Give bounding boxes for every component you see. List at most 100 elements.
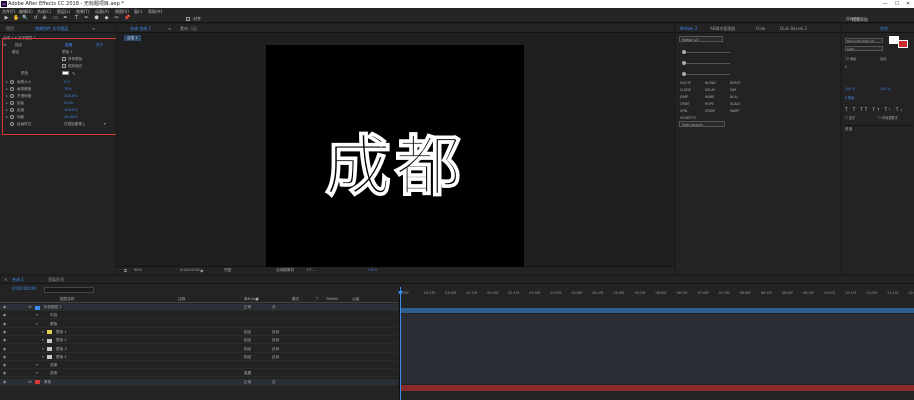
selection-tool-icon[interactable]: ▶: [4, 16, 9, 21]
ligatures-checkbox[interactable]: ☐ 连字: [845, 115, 855, 120]
font-family-dropdown[interactable]: Microsoft YaHei UI: [845, 38, 883, 43]
timeline-search-input[interactable]: [44, 287, 94, 293]
char-search-help[interactable]: 搜索帮助: [846, 17, 860, 22]
motion-fx-button[interactable]: EXCITE: [680, 80, 696, 86]
layer-name[interactable]: 内容: [50, 312, 57, 319]
visibility-eye-icon[interactable]: ◉: [3, 362, 6, 369]
menu-layer[interactable]: 图层(L): [57, 8, 70, 15]
font-size-field[interactable]: 72 像素: [845, 56, 856, 61]
visibility-eye-icon[interactable]: ◉: [3, 337, 6, 344]
expand-triangle-icon[interactable]: ▾: [36, 312, 38, 319]
layer-mode[interactable]: 相加: [244, 354, 251, 361]
type-tool-icon[interactable]: T: [74, 16, 79, 21]
tab-script-manager[interactable]: AE脚本管理器: [710, 24, 735, 33]
menu-window[interactable]: 窗口: [134, 8, 142, 15]
visibility-eye-icon[interactable]: ◉: [3, 304, 6, 311]
timecode-field[interactable]: 0:00:00:00: [180, 268, 200, 272]
tab-render-queue[interactable]: 渲染队列: [48, 276, 64, 284]
slider-knob-2[interactable]: [682, 61, 686, 65]
motion-fx-button[interactable]: SPIN: [680, 108, 696, 114]
stamp-tool-icon[interactable]: ⬢: [94, 16, 99, 21]
menu-help[interactable]: 帮助(H): [148, 8, 162, 15]
motion-fx-button[interactable]: ROPE: [705, 101, 721, 107]
close-button[interactable]: ✕: [903, 0, 913, 8]
motion-fx-button[interactable]: SCALE: [730, 101, 746, 107]
expand-triangle-icon[interactable]: ▾: [36, 321, 38, 328]
motion-version-dropdown[interactable]: Motion v2: [679, 36, 723, 42]
label-color-swatch[interactable]: [35, 380, 40, 385]
tab-effect-controls[interactable]: 效果控件 文字图层: [35, 24, 68, 33]
label-color-swatch[interactable]: [47, 338, 52, 343]
visibility-eye-icon[interactable]: ◉: [3, 370, 6, 377]
font-style-dropdown[interactable]: Light: [845, 46, 883, 51]
table-row[interactable]: ◉ ▾ 蒙版 2 相加 反转: [0, 337, 398, 345]
expand-triangle-icon[interactable]: ▾: [42, 354, 44, 361]
visibility-eye-icon[interactable]: ◉: [3, 354, 6, 361]
close-tab-icon[interactable]: ✕: [4, 276, 7, 284]
tab-character[interactable]: 字符: [880, 24, 888, 33]
tab-composition[interactable]: 合成 合成 1: [130, 24, 151, 33]
menu-composition[interactable]: 合成(C): [37, 8, 51, 15]
layer-parent[interactable]: 无: [272, 379, 276, 386]
layer-name[interactable]: 蒙版 1: [56, 329, 67, 336]
rectangle-tool-icon[interactable]: ▭: [53, 16, 58, 21]
menu-effect[interactable]: 效果(T): [76, 8, 90, 15]
layer-parent[interactable]: 反转: [272, 329, 279, 336]
paragraph-panel-tab[interactable]: 段落: [845, 125, 913, 132]
layer-mode[interactable]: 重置: [244, 370, 251, 377]
stroke-color-swatch[interactable]: [898, 40, 908, 48]
snap-checkbox[interactable]: [186, 17, 190, 21]
rotate-tool-icon[interactable]: ↺: [33, 16, 38, 21]
visibility-eye-icon[interactable]: ◉: [3, 346, 6, 353]
label-color-swatch[interactable]: [47, 347, 52, 351]
task-launch-dropdown[interactable]: Task Launch: [679, 121, 725, 127]
motion-fx-button[interactable]: BURST: [730, 80, 746, 86]
pin-tool-icon[interactable]: 📌: [124, 16, 130, 21]
table-row[interactable]: ◉ ▾ 变换 重置: [0, 370, 398, 378]
col-comment[interactable]: 注释: [178, 296, 185, 303]
visibility-eye-icon[interactable]: ◉: [3, 379, 6, 386]
tracking-field[interactable]: 0: [845, 65, 847, 69]
playhead[interactable]: [400, 287, 402, 400]
visibility-eye-icon[interactable]: ◉: [3, 312, 6, 319]
pen-tool-icon[interactable]: ✒: [63, 16, 68, 21]
tab-footage[interactable]: 素材（无）: [180, 24, 200, 33]
layer2-duration-bar[interactable]: [400, 385, 914, 391]
motion-fx-button[interactable]: STARE: [705, 108, 721, 114]
monitor-icon[interactable]: ⧉: [124, 268, 127, 273]
motion-fx-button[interactable]: BLEND: [705, 80, 721, 86]
roto-tool-icon[interactable]: ✂: [114, 16, 119, 21]
tab-timeline-comp[interactable]: 合成 1: [12, 276, 24, 284]
menu-file[interactable]: 文件(F): [2, 8, 15, 15]
layer-parent[interactable]: 反转: [272, 337, 279, 344]
motion-fx-button[interactable]: NAME: [705, 94, 721, 100]
hand-tool-icon[interactable]: ✋: [13, 16, 19, 21]
camera-dropdown[interactable]: 活动摄像机: [276, 268, 294, 273]
col-mode[interactable]: 模式: [292, 296, 299, 303]
layer-mode[interactable]: 正常: [244, 304, 251, 311]
expand-triangle-icon[interactable]: ▾: [36, 370, 38, 377]
motion-fx-button[interactable]: DIM: [730, 87, 746, 93]
col-trkmat[interactable]: TrkMat: [326, 296, 338, 303]
layer-name[interactable]: 效果: [50, 362, 57, 369]
menu-view[interactable]: 视图(V): [115, 8, 129, 15]
panel-menu-icon[interactable]: ≡: [92, 24, 95, 33]
layer-name[interactable]: 蒙版 4: [56, 354, 67, 361]
comp-sub-tab[interactable]: 合成 1: [124, 35, 141, 41]
views-dropdown[interactable]: 1个…: [306, 268, 315, 273]
expand-triangle-icon[interactable]: ▾: [36, 362, 38, 369]
slider-knob-1[interactable]: [682, 50, 686, 54]
time-ruler[interactable]: 00f 00:15f 01:00f 01:15f 02:00f 02:15f 03:00f 0…: [400, 291, 914, 299]
motion-fx-button[interactable]: DELAY: [705, 87, 721, 93]
layer-mode[interactable]: 相加: [244, 346, 251, 353]
layer-parent[interactable]: 无: [272, 304, 276, 311]
minimize-button[interactable]: —: [880, 0, 890, 8]
horizontal-scale-field[interactable]: 100 %: [880, 87, 890, 91]
layer-name[interactable]: 黑色: [44, 379, 51, 386]
layer-name[interactable]: 形状图层 1: [44, 304, 62, 311]
menu-edit[interactable]: 编辑(E): [19, 8, 33, 15]
expand-triangle-icon[interactable]: ▾: [42, 337, 44, 344]
zoom-dropdown[interactable]: 50%: [134, 268, 142, 272]
anchor-tool-icon[interactable]: ⊕: [42, 16, 47, 21]
exposure-field[interactable]: +0.0: [368, 268, 377, 272]
